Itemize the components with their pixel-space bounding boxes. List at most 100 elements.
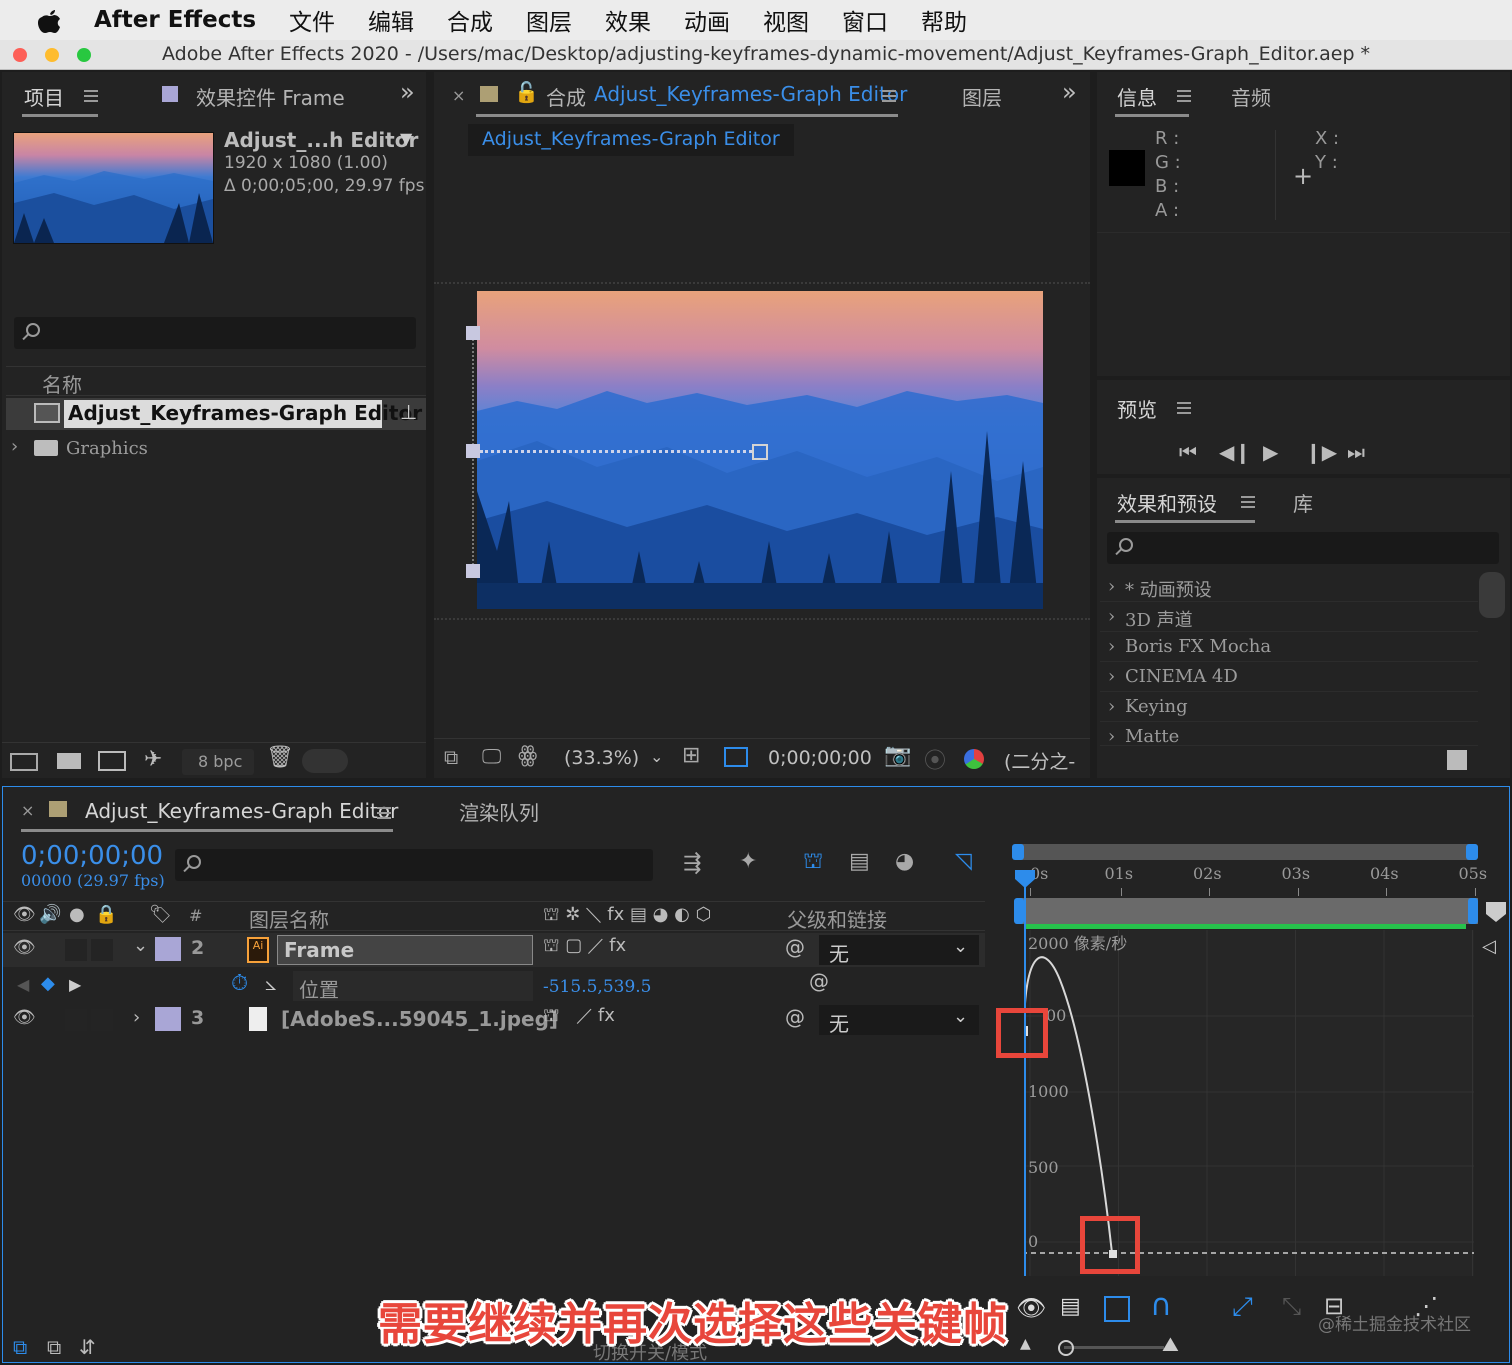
chevron-right-icon[interactable]: › [1108,696,1115,717]
chevron-down-icon[interactable]: ⌄ [133,935,148,956]
work-area-start-handle[interactable] [1012,844,1024,860]
chevron-right-icon[interactable]: › [1108,636,1115,657]
interpret-footage-icon[interactable] [10,753,38,771]
project-item-comp[interactable]: Adjust_Keyframes-Graph Editor ⊥ [6,398,426,430]
timeline-search-input[interactable] [175,849,653,881]
layer-row-frame[interactable]: 👁 ⌄ 2 Ai Frame ⛫ ▢ ⟋ fx @ 无 ⌄ [3,933,985,967]
new-composition-icon[interactable] [98,751,126,771]
chevron-right-icon[interactable]: › [1108,576,1115,597]
show-properties-icon[interactable]: 👁 [1016,1294,1046,1322]
snapshot-icon[interactable]: 📷 [884,743,911,768]
tab-effect-controls[interactable]: 效果控件 Frame [196,82,345,111]
tab-project[interactable]: 项目 [24,82,64,111]
bit-depth-button[interactable]: 8 bpc [182,749,254,775]
menu-view[interactable]: 视图 [763,3,809,37]
property-row-position[interactable]: ◀ ◆ ▶ ⏱ ⦣ 位置 -515.5,539.5 @ [3,969,985,1003]
transform-handle[interactable] [466,326,480,340]
region-of-interest-icon[interactable] [724,747,748,767]
flowchart-icon[interactable]: ⊥ [400,400,417,424]
shy-layers-icon[interactable]: ⛫ [803,849,823,877]
position-value[interactable]: -515.5,539.5 [543,977,651,997]
app-menu[interactable]: After Effects [94,7,256,33]
panel-menu-icon[interactable] [1177,402,1191,414]
expand-icon[interactable]: ⧉ [47,1335,61,1359]
effects-item[interactable]: › 3D 声道 [1100,602,1478,632]
work-area-bar[interactable] [1018,844,1478,860]
layer-switches[interactable]: ⛫ ⟋ fx [543,1005,615,1029]
grid-guides-icon[interactable]: ⊞ [682,743,700,768]
transform-box-icon[interactable] [1104,1296,1130,1322]
graph-options-icon[interactable]: ▤ [1060,1294,1081,1319]
eye-icon[interactable]: 👁 [13,1007,36,1028]
menu-file[interactable]: 文件 [289,3,335,37]
transform-handle[interactable] [466,444,480,458]
zoom-slider-track[interactable] [1064,1346,1164,1349]
layer-name-field[interactable]: Frame [277,935,533,965]
chevron-right-icon[interactable]: › [1108,726,1115,747]
viewer-timecode[interactable]: 0;00;00;00 [768,747,872,769]
menu-edit[interactable]: 编辑 [368,3,414,37]
effects-item[interactable]: › CINEMA 4D [1100,662,1478,692]
audio-toggle[interactable] [65,1009,87,1031]
layer-out-handle[interactable] [1468,898,1478,924]
tab-info[interactable]: 信息 [1117,82,1157,111]
column-layer-name-header[interactable]: 图层名称 [249,904,329,933]
menu-animation[interactable]: 动画 [684,3,730,37]
lock-column-icon[interactable]: 🔒 [95,904,117,925]
tab-audio[interactable]: 音频 [1231,82,1271,111]
next-frame-icon[interactable]: ❙▶ [1305,440,1337,464]
time-ruler[interactable]: 0s 01s 02s 03s 04s 05s [1010,862,1487,898]
parent-select[interactable]: 无 ⌄ [819,935,979,966]
layer-in-handle[interactable] [1014,898,1024,924]
eye-icon[interactable]: 👁 [13,937,36,958]
audio-toggle[interactable] [65,939,87,961]
new-folder-icon[interactable] [57,753,81,769]
motion-path[interactable] [480,450,752,453]
draft-3d-icon[interactable]: ✦ [739,849,757,874]
toggle-switch[interactable] [302,749,348,773]
chevron-right-icon[interactable]: › [1108,666,1115,687]
layer-row-jpeg[interactable]: 👁 › 3 [AdobeS...59045_1.jpeg] ⛫ ⟋ fx @ 无… [3,1003,985,1037]
chevron-right-icon[interactable]: › [11,436,18,457]
fit-selection-icon[interactable]: ⤢ [1232,1292,1253,1323]
comp-breadcrumb[interactable]: Adjust_Keyframes-Graph Editor [468,124,794,156]
chevron-right-icon[interactable]: › [133,1007,140,1028]
layer-name[interactable]: [AdobeS...59045_1.jpeg] [281,1007,558,1031]
close-tab-icon[interactable]: × [21,801,34,820]
new-bin-icon[interactable] [1447,750,1467,770]
solo-column-icon[interactable]: ● [69,904,85,925]
panel-menu-icon[interactable] [882,90,896,102]
expression-pick-whip-icon[interactable]: @ [809,969,829,993]
color-channels-icon[interactable] [964,749,984,769]
scrollbar-thumb[interactable] [1479,572,1505,618]
graph-toggle-icon[interactable]: ⦣ [265,971,277,995]
current-time-indicator[interactable] [1024,878,1026,1276]
video-column-icon[interactable]: 👁 [13,904,36,925]
zoom-slider-thumb[interactable] [1058,1340,1074,1356]
keyframe-diamond-icon[interactable]: ◆ [41,973,55,994]
solo-toggle[interactable] [91,939,113,961]
previous-frame-icon[interactable]: ◀❙ [1219,440,1251,464]
pick-whip-icon[interactable]: @ [785,935,805,959]
next-keyframe-icon[interactable]: ▶ [69,975,81,994]
work-area-end-handle[interactable] [1466,844,1478,860]
graph-editor-icon[interactable]: ◹ [955,849,972,874]
zoom-out-icon[interactable]: ▲ [1020,1336,1031,1352]
panel-overflow-icon[interactable]: » [1062,78,1077,106]
comp-dropdown-icon[interactable]: ▼ [400,129,412,148]
apple-icon[interactable] [38,7,62,33]
column-parent-header[interactable]: 父级和链接 [787,904,887,933]
effects-item[interactable]: › Matte [1100,722,1478,747]
comp-flowchart-icon[interactable]: ⇶ [683,851,701,876]
previous-keyframe-icon[interactable]: ◀ [17,975,29,994]
menu-help[interactable]: 帮助 [921,3,967,37]
panel-menu-icon[interactable] [1241,496,1255,508]
project-search-input[interactable] [14,317,416,349]
effects-item[interactable]: › Keying [1100,692,1478,722]
stopwatch-icon[interactable]: ⏱ [231,971,248,996]
chevron-right-icon[interactable]: › [1108,606,1115,627]
first-frame-icon[interactable]: ⏮ [1179,440,1197,464]
snap-icon[interactable]: ∩ [1150,1288,1172,1323]
column-name-header[interactable]: 名称 [42,369,82,398]
menu-effect[interactable]: 效果 [605,3,651,37]
